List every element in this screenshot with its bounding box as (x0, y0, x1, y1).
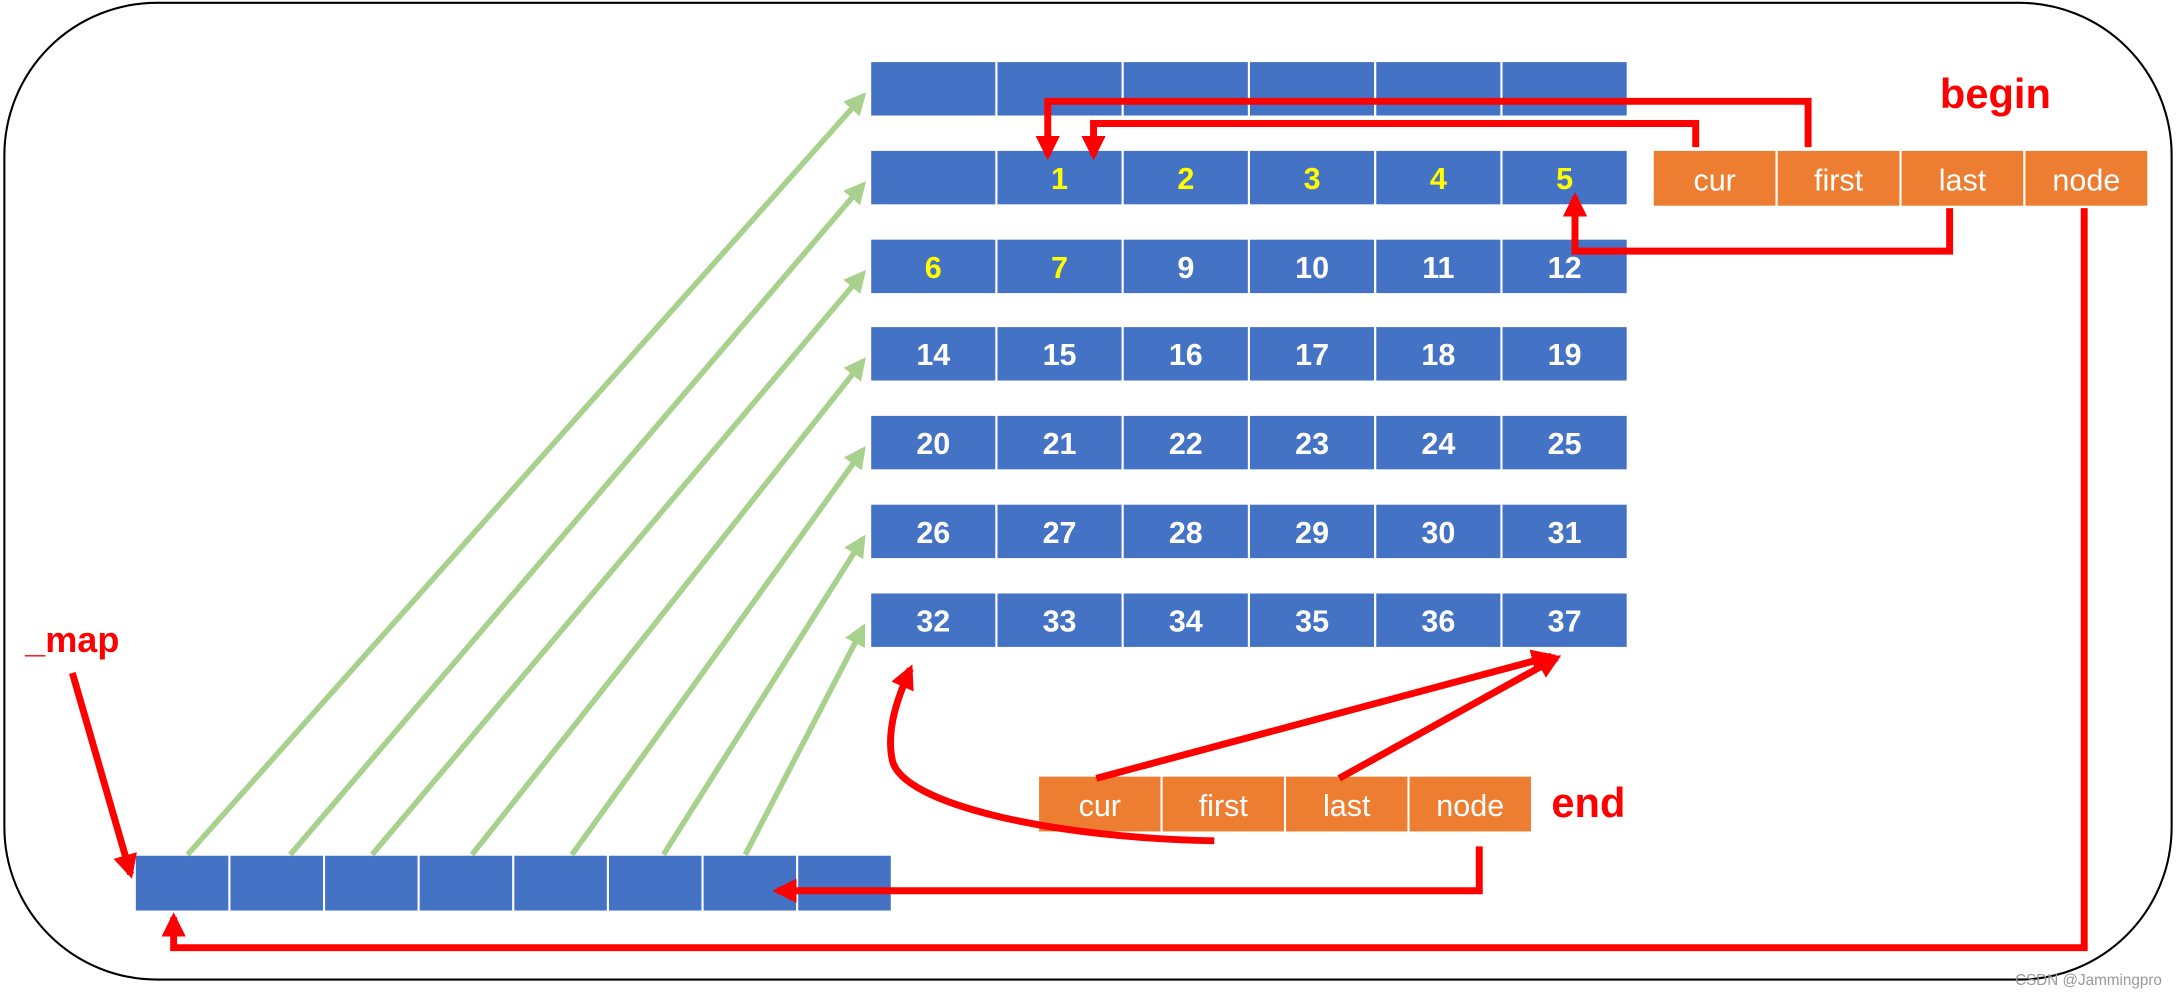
buffer-value: 35 (1295, 605, 1329, 639)
iterator-field-label: last (1939, 163, 1987, 197)
buffer-cell (1121, 60, 1250, 118)
end-cur-arrow (1095, 649, 1557, 782)
buffer-cell (995, 60, 1124, 118)
iterator-field-label: node (1436, 789, 1504, 823)
buffer-row: 1 2 3 4 5 (869, 148, 1629, 207)
buffer-value: 3 (1304, 162, 1321, 196)
map-link-arrow (185, 92, 867, 857)
buffer-cell (869, 148, 998, 207)
buffer-cell (1500, 60, 1629, 118)
buffer-blocks: 1 2 3 4 56 7 9 10 11 1214 15 16 17 18 1920 21 22 23 24 2526… (869, 60, 1629, 649)
buffer-value: 16 (1169, 338, 1203, 372)
buffer-value: 21 (1043, 427, 1077, 461)
map-links (185, 92, 867, 857)
buffer-value: 33 (1043, 605, 1077, 639)
map-cell (417, 853, 515, 913)
buffer-cell (1247, 60, 1377, 118)
buffer-value: 10 (1295, 251, 1329, 285)
buffer-cell (1374, 60, 1503, 118)
buffer-value: 34 (1169, 605, 1203, 639)
buffer-value: 14 (916, 338, 950, 372)
map-link-arrow (742, 623, 866, 856)
buffer-value: 19 (1548, 338, 1582, 372)
buffer-value: 31 (1548, 516, 1582, 550)
buffer-value: 29 (1295, 516, 1329, 550)
buffer-value: 6 (925, 251, 942, 285)
map-cell (228, 853, 326, 913)
buffer-value: 36 (1421, 605, 1455, 639)
buffer-value: 1 (1051, 162, 1068, 196)
map-cell (323, 853, 420, 913)
map-cell (606, 853, 704, 913)
buffer-row: 14 15 16 17 18 19 (869, 325, 1629, 383)
iterator-field-label: node (2052, 163, 2120, 197)
map-pointer-arrow (69, 671, 137, 879)
buffer-value: 18 (1421, 338, 1455, 372)
begin-iterator: cur first last node (1651, 148, 2150, 208)
buffer-value: 37 (1548, 605, 1582, 639)
buffer-value: 4 (1430, 162, 1447, 196)
map-link-arrow (569, 445, 866, 857)
buffer-row: 6 7 9 10 11 12 (869, 237, 1629, 296)
deque-diagram: 1 2 3 4 56 7 9 10 11 1214 15 16 17 18 1920 21 22 23 24 2526… (3, 1, 2173, 989)
buffer-value: 26 (916, 516, 950, 550)
end-label: end (1551, 779, 1625, 826)
map-cell (133, 853, 231, 913)
buffer-row (869, 60, 1629, 118)
map-cell (796, 853, 893, 913)
map-link-arrow (469, 357, 866, 857)
buffer-value: 32 (916, 605, 950, 639)
map-label: _map (24, 619, 119, 660)
end-iterator: cur first last node (1037, 774, 1534, 834)
iterator-field-label: last (1323, 789, 1371, 823)
iterator-field-label: cur (1693, 163, 1735, 197)
buffer-value: 11 (1422, 251, 1454, 285)
buffer-value: 7 (1051, 251, 1068, 285)
buffer-value: 24 (1421, 427, 1455, 461)
buffer-value: 5 (1556, 162, 1573, 196)
buffer-row: 32 33 34 35 36 37 (869, 591, 1629, 649)
begin-label: begin (1940, 70, 2051, 117)
map-cell (701, 853, 799, 913)
map-link-arrow (288, 181, 867, 857)
buffer-value: 25 (1548, 427, 1582, 461)
buffer-value: 20 (916, 427, 950, 461)
buffer-value: 27 (1043, 516, 1077, 550)
map-array (133, 853, 893, 913)
buffer-value: 12 (1548, 251, 1582, 285)
iterator-field-label: first (1814, 163, 1864, 197)
watermark: CSDN @Jammingpro (2015, 972, 2162, 989)
end-last-arrow (1337, 654, 1562, 782)
buffer-value: 9 (1177, 251, 1194, 285)
buffer-row: 20 21 22 23 24 25 (869, 413, 1629, 472)
buffer-value: 23 (1295, 427, 1329, 461)
buffer-row: 26 27 28 29 30 31 (869, 502, 1629, 561)
map-cell (512, 853, 609, 913)
buffer-cell (869, 60, 998, 118)
buffer-value: 22 (1169, 427, 1203, 461)
buffer-value: 17 (1295, 338, 1329, 372)
buffer-value: 28 (1169, 516, 1203, 550)
buffer-value: 2 (1177, 162, 1194, 196)
buffer-value: 15 (1043, 338, 1077, 372)
iterator-field-label: first (1199, 789, 1249, 823)
buffer-value: 30 (1421, 516, 1455, 550)
iterator-field-label: cur (1079, 789, 1121, 823)
